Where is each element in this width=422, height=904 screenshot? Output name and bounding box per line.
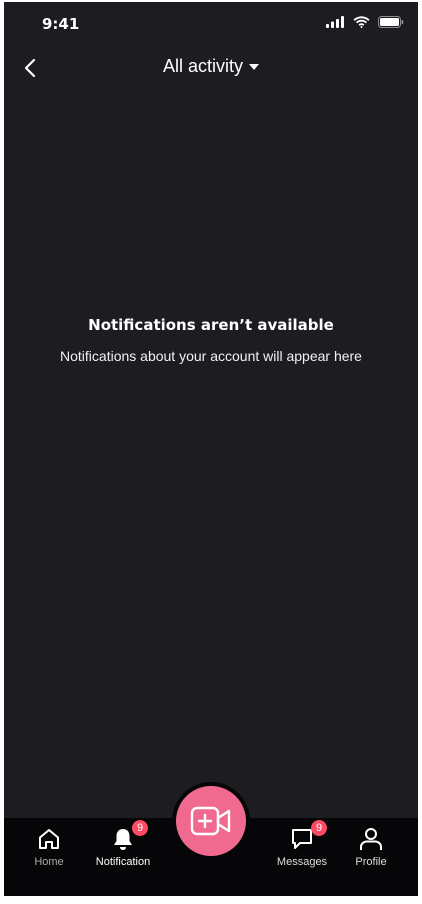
header: All activity [4,46,418,90]
signal-icon [326,16,344,28]
messages-badge: 9 [311,820,327,836]
tab-messages-label: Messages [276,856,328,868]
battery-icon [378,16,404,28]
create-video-button[interactable] [176,786,246,856]
phone-screen: 9:41 All activity Notifications aren’t a… [4,2,418,896]
empty-state: Notifications aren’t available Notificat… [4,316,418,364]
tab-notification-label: Notification [95,856,151,868]
status-time: 9:41 [42,15,80,33]
notification-badge: 9 [132,820,148,836]
tab-notification-icon-box: 9 [110,820,148,852]
tab-home-icon-box [36,826,62,852]
tab-profile-label: Profile [355,856,387,868]
chat-icon [292,829,312,849]
wifi-icon [353,16,370,28]
bell-icon [114,829,132,850]
empty-state-title: Notifications aren’t available [88,316,334,334]
tab-messages-icon-box: 9 [289,820,327,852]
tab-home[interactable]: Home [14,826,84,868]
page-title: All activity [162,56,243,76]
empty-state-subtitle: Notifications about your account will ap… [60,348,362,364]
activity-filter-dropdown[interactable]: All activity [4,56,418,77]
tab-profile-icon-box [358,826,384,852]
tab-home-label: Home [34,856,64,868]
tab-profile[interactable]: Profile [336,826,406,868]
caret-down-icon [249,63,259,70]
fab-container [172,782,250,860]
tab-messages[interactable]: 9 Messages [267,820,337,868]
home-icon [39,829,59,849]
video-add-icon [190,806,231,836]
status-bar: 9:41 [4,2,418,46]
person-icon [360,828,382,850]
tab-notification[interactable]: 9 Notification [88,820,158,868]
status-icons [326,16,404,28]
